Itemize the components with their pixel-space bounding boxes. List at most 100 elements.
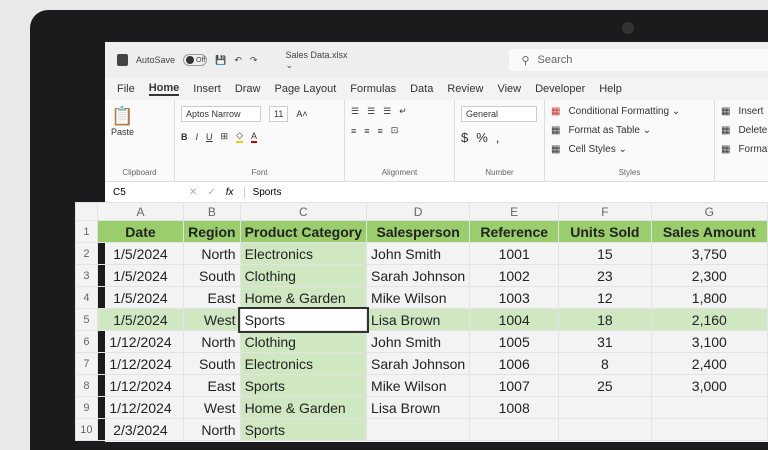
name-box[interactable]: C5 (109, 185, 179, 200)
cell[interactable]: Lisa Brown (367, 397, 470, 419)
cell[interactable]: 1/12/2024 (97, 353, 183, 375)
cell[interactable]: 2/3/2024 (97, 419, 183, 441)
cell[interactable]: 1/5/2024 (97, 287, 183, 309)
row-header[interactable]: 8 (76, 375, 98, 397)
grow-font-icon[interactable]: A˄ (296, 109, 307, 119)
format-as-table-button[interactable]: ▦Format as Table ⌄ (551, 125, 708, 136)
autosave-toggle[interactable]: Off (183, 54, 207, 66)
paste-button[interactable]: 📋 (111, 106, 168, 127)
cell[interactable]: Sports (240, 309, 366, 331)
column-header-G[interactable]: G (651, 203, 767, 221)
font-name-select[interactable]: Aptos Narrow (181, 106, 261, 122)
percent-icon[interactable]: % (476, 130, 488, 145)
cell[interactable]: Clothing (240, 331, 366, 353)
cell[interactable]: 1/5/2024 (97, 243, 183, 265)
cell[interactable] (651, 419, 767, 441)
redo-icon[interactable]: ↷ (250, 55, 258, 66)
cell[interactable]: 18 (559, 309, 651, 331)
cell[interactable]: 15 (559, 243, 651, 265)
column-header-C[interactable]: C (240, 203, 366, 221)
cell[interactable]: 31 (559, 331, 651, 353)
cell[interactable]: 1006 (470, 353, 559, 375)
undo-icon[interactable]: ↶ (234, 55, 242, 66)
cell[interactable]: 1/5/2024 (97, 309, 183, 331)
cell[interactable]: 1002 (470, 265, 559, 287)
insert-cells-button[interactable]: ▦Insert (721, 106, 768, 117)
wrap-text-icon[interactable]: ↵ (399, 106, 407, 117)
cell[interactable]: 3,100 (651, 331, 767, 353)
cell[interactable]: 1003 (470, 287, 559, 309)
cell[interactable]: Electronics (240, 353, 366, 375)
tab-file[interactable]: File (117, 83, 135, 95)
conditional-formatting-button[interactable]: ▦Conditional Formatting ⌄ (551, 106, 708, 117)
tab-home[interactable]: Home (149, 82, 180, 96)
merge-icon[interactable]: ⊡ (391, 125, 399, 136)
cell[interactable]: East (184, 287, 240, 309)
formula-input[interactable]: Sports (244, 187, 768, 198)
cell[interactable]: 12 (559, 287, 651, 309)
header-cell[interactable]: Reference (470, 221, 559, 243)
font-size-select[interactable]: 11 (269, 106, 288, 122)
cell[interactable]: Clothing (240, 265, 366, 287)
filename[interactable]: Sales Data.xlsx ⌄ (285, 50, 351, 71)
header-cell[interactable]: Sales Amount (651, 221, 767, 243)
cell[interactable]: 1/12/2024 (97, 375, 183, 397)
cell[interactable]: Electronics (240, 243, 366, 265)
align-right-icon[interactable]: ≡ (378, 126, 383, 136)
cell[interactable]: Mike Wilson (367, 375, 470, 397)
tab-data[interactable]: Data (410, 83, 433, 95)
cell[interactable]: West (184, 309, 240, 331)
cell[interactable]: 1007 (470, 375, 559, 397)
search-box[interactable]: ⚲Search (509, 49, 768, 71)
cell[interactable]: 1001 (470, 243, 559, 265)
cell[interactable] (470, 419, 559, 441)
cell[interactable]: 1/5/2024 (97, 265, 183, 287)
cell[interactable]: 1004 (470, 309, 559, 331)
cell[interactable]: Sports (240, 375, 366, 397)
tab-formulas[interactable]: Formulas (350, 83, 396, 95)
cell[interactable] (367, 419, 470, 441)
align-center-icon[interactable]: ≡ (364, 126, 369, 136)
column-header-F[interactable]: F (559, 203, 651, 221)
save-icon[interactable]: 💾 (215, 55, 226, 66)
cell[interactable]: 3,000 (651, 375, 767, 397)
cell[interactable]: North (184, 419, 240, 441)
function-icon[interactable]: fx (226, 187, 234, 198)
cell[interactable]: 8 (559, 353, 651, 375)
cell[interactable]: North (184, 331, 240, 353)
row-header[interactable]: 6 (76, 331, 98, 353)
enter-icon[interactable]: ✓ (207, 187, 215, 198)
row-header[interactable]: 9 (76, 397, 98, 419)
cell[interactable]: South (184, 265, 240, 287)
row-header[interactable]: 4 (76, 287, 98, 309)
format-cells-button[interactable]: ▦Format (721, 144, 768, 155)
column-header-E[interactable]: E (470, 203, 559, 221)
cell[interactable]: South (184, 353, 240, 375)
fill-color-icon[interactable]: ◇ (236, 130, 243, 143)
tab-view[interactable]: View (497, 83, 521, 95)
cell[interactable]: 1/12/2024 (97, 397, 183, 419)
row-header[interactable]: 2 (76, 243, 98, 265)
cell[interactable] (559, 397, 651, 419)
cell[interactable]: Sarah Johnson (367, 353, 470, 375)
column-header-A[interactable]: A (97, 203, 183, 221)
cell[interactable]: Home & Garden (240, 397, 366, 419)
tab-draw[interactable]: Draw (235, 83, 261, 95)
header-cell[interactable]: Salesperson (367, 221, 470, 243)
cell[interactable]: Sarah Johnson (367, 265, 470, 287)
cell[interactable]: 1/12/2024 (97, 331, 183, 353)
delete-cells-button[interactable]: ▦Delete (721, 125, 768, 136)
header-cell[interactable]: Product Category (240, 221, 366, 243)
cell[interactable]: 2,300 (651, 265, 767, 287)
font-color-icon[interactable]: A (251, 131, 257, 143)
align-top-icon[interactable]: ☰ (351, 106, 359, 117)
cell[interactable]: Sports (240, 419, 366, 441)
row-header[interactable]: 10 (76, 419, 98, 441)
number-format-select[interactable]: General (461, 106, 537, 122)
tab-review[interactable]: Review (447, 83, 483, 95)
currency-icon[interactable]: $ (461, 130, 468, 145)
cell[interactable]: 1005 (470, 331, 559, 353)
underline-icon[interactable]: U (206, 132, 213, 142)
borders-icon[interactable]: ⊞ (221, 131, 229, 142)
tab-developer[interactable]: Developer (535, 83, 585, 95)
